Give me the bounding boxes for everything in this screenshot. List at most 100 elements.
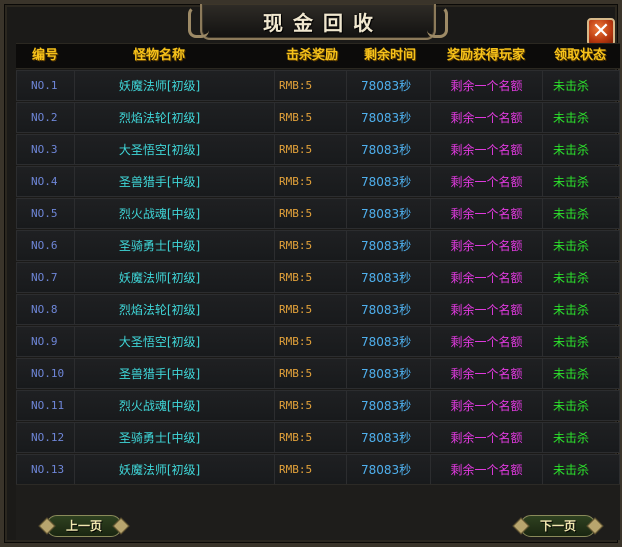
table-row: NO.6 圣骑勇士[中级] RMB:5 78083秒 剩余一个名额 未击杀 <box>16 230 620 261</box>
row-number: NO.5 <box>17 199 75 229</box>
row-claim-status: 未击杀 <box>553 111 590 125</box>
table-row: NO.11 烈火战魂[中级] RMB:5 78083秒 剩余一个名额 未击杀 <box>16 390 620 421</box>
row-kill-reward: RMB:5 <box>275 103 347 133</box>
prev-page-label: 上一页 <box>65 519 102 533</box>
header-kill-reward: 击杀奖励 <box>285 48 338 63</box>
row-claim-status: 未击杀 <box>553 335 590 349</box>
row-reward-player: 剩余一个名额 <box>431 263 543 293</box>
row-claim-status: 未击杀 <box>553 463 590 477</box>
row-claim-status: 未击杀 <box>553 207 590 221</box>
row-claim-status: 未击杀 <box>553 367 590 381</box>
table-row: NO.1 妖魔法师[初级] RMB:5 78083秒 剩余一个名额 未击杀 <box>16 70 620 101</box>
row-number: NO.8 <box>17 295 75 325</box>
row-remaining-time: 78083秒 <box>347 167 431 197</box>
row-remaining-time: 78083秒 <box>347 327 431 357</box>
row-remaining-time: 78083秒 <box>347 199 431 229</box>
table-row: NO.8 烈焰法轮[初级] RMB:5 78083秒 剩余一个名额 未击杀 <box>16 294 620 325</box>
row-monster-name: 妖魔法师[初级] <box>75 455 275 485</box>
row-remaining-time: 78083秒 <box>347 391 431 421</box>
header-monster-name: 怪物名称 <box>132 48 185 63</box>
row-number: NO.2 <box>17 103 75 133</box>
row-monster-name: 圣兽猎手[中级] <box>75 359 275 389</box>
row-reward-player: 剩余一个名额 <box>431 391 543 421</box>
row-number: NO.13 <box>17 455 75 485</box>
close-button[interactable]: ✕ <box>587 18 615 46</box>
row-kill-reward: RMB:5 <box>275 167 347 197</box>
row-kill-reward: RMB:5 <box>275 231 347 261</box>
header-remaining-time: 剩余时间 <box>363 48 416 63</box>
row-number: NO.6 <box>17 231 75 261</box>
row-claim-status: 未击杀 <box>553 79 590 93</box>
row-reward-player: 剩余一个名额 <box>431 295 543 325</box>
row-remaining-time: 78083秒 <box>347 423 431 453</box>
row-kill-reward: RMB:5 <box>275 359 347 389</box>
row-reward-player: 剩余一个名额 <box>431 103 543 133</box>
row-reward-player: 剩余一个名额 <box>431 359 543 389</box>
table-row: NO.13 妖魔法师[初级] RMB:5 78083秒 剩余一个名额 未击杀 <box>16 454 620 485</box>
row-remaining-time: 78083秒 <box>347 455 431 485</box>
pagination-bar: 上一页 下一页 <box>16 484 620 540</box>
table-row: NO.10 圣兽猎手[中级] RMB:5 78083秒 剩余一个名额 未击杀 <box>16 358 620 389</box>
row-monster-name: 烈焰法轮[初级] <box>75 295 275 325</box>
row-kill-reward: RMB:5 <box>275 263 347 293</box>
row-remaining-time: 78083秒 <box>347 71 431 101</box>
row-claim-status: 未击杀 <box>553 303 590 317</box>
row-kill-reward: RMB:5 <box>275 391 347 421</box>
row-claim-status: 未击杀 <box>553 271 590 285</box>
row-monster-name: 大圣悟空[初级] <box>75 135 275 165</box>
row-monster-name: 烈火战魂[中级] <box>75 199 275 229</box>
row-reward-player: 剩余一个名额 <box>431 327 543 357</box>
row-number: NO.10 <box>17 359 75 389</box>
row-number: NO.12 <box>17 423 75 453</box>
row-monster-name: 圣骑勇士[中级] <box>75 423 275 453</box>
row-kill-reward: RMB:5 <box>275 423 347 453</box>
table-row: NO.2 烈焰法轮[初级] RMB:5 78083秒 剩余一个名额 未击杀 <box>16 102 620 133</box>
row-remaining-time: 78083秒 <box>347 231 431 261</box>
header-reward-player: 奖励获得玩家 <box>446 48 525 63</box>
row-reward-player: 剩余一个名额 <box>431 423 543 453</box>
row-reward-player: 剩余一个名额 <box>431 71 543 101</box>
row-number: NO.9 <box>17 327 75 357</box>
row-claim-status: 未击杀 <box>553 431 590 445</box>
table-row: NO.9 大圣悟空[初级] RMB:5 78083秒 剩余一个名额 未击杀 <box>16 326 620 357</box>
row-kill-reward: RMB:5 <box>275 199 347 229</box>
table-row: NO.12 圣骑勇士[中级] RMB:5 78083秒 剩余一个名额 未击杀 <box>16 422 620 453</box>
row-monster-name: 烈焰法轮[初级] <box>75 103 275 133</box>
page-title: 现金回收 <box>263 11 383 35</box>
row-number: NO.7 <box>17 263 75 293</box>
row-claim-status: 未击杀 <box>553 239 590 253</box>
row-claim-status: 未击杀 <box>553 175 590 189</box>
row-number: NO.1 <box>17 71 75 101</box>
next-page-label: 下一页 <box>539 519 576 533</box>
table-row: NO.5 烈火战魂[中级] RMB:5 78083秒 剩余一个名额 未击杀 <box>16 198 620 229</box>
row-reward-player: 剩余一个名额 <box>431 167 543 197</box>
row-claim-status: 未击杀 <box>553 399 590 413</box>
row-monster-name: 圣骑勇士[中级] <box>75 231 275 261</box>
row-number: NO.4 <box>17 167 75 197</box>
table-row: NO.7 妖魔法师[初级] RMB:5 78083秒 剩余一个名额 未击杀 <box>16 262 620 293</box>
row-kill-reward: RMB:5 <box>275 135 347 165</box>
row-claim-status: 未击杀 <box>553 143 590 157</box>
row-reward-player: 剩余一个名额 <box>431 231 543 261</box>
row-kill-reward: RMB:5 <box>275 295 347 325</box>
row-monster-name: 圣兽猎手[中级] <box>75 167 275 197</box>
header-claim-status: 领取状态 <box>553 48 606 63</box>
close-icon: ✕ <box>591 19 611 44</box>
next-page-button[interactable]: 下一页 <box>520 515 596 537</box>
table-row: NO.3 大圣悟空[初级] RMB:5 78083秒 剩余一个名额 未击杀 <box>16 134 620 165</box>
title-plate: 现金回收 <box>188 4 448 40</box>
row-kill-reward: RMB:5 <box>275 327 347 357</box>
row-kill-reward: RMB:5 <box>275 71 347 101</box>
row-remaining-time: 78083秒 <box>347 359 431 389</box>
row-reward-player: 剩余一个名额 <box>431 135 543 165</box>
row-number: NO.3 <box>17 135 75 165</box>
row-remaining-time: 78083秒 <box>347 135 431 165</box>
header-number: 编号 <box>31 48 58 63</box>
row-remaining-time: 78083秒 <box>347 103 431 133</box>
row-monster-name: 烈火战魂[中级] <box>75 391 275 421</box>
row-reward-player: 剩余一个名额 <box>431 455 543 485</box>
row-remaining-time: 78083秒 <box>347 263 431 293</box>
scroll-ornament-icon <box>427 6 448 38</box>
row-monster-name: 妖魔法师[初级] <box>75 71 275 101</box>
prev-page-button[interactable]: 上一页 <box>46 515 122 537</box>
